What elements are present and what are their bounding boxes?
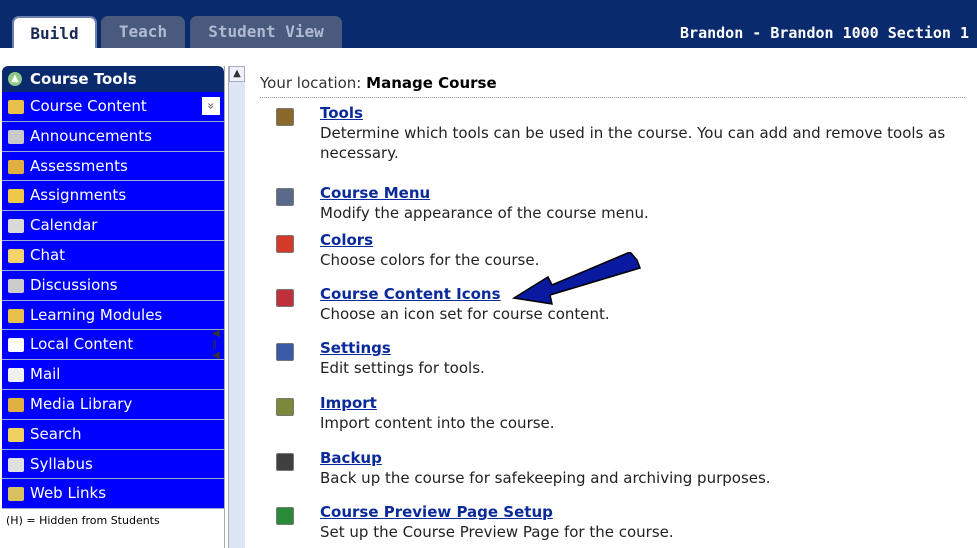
sidebar-item-calendar[interactable]: Calendar — [2, 211, 224, 241]
mail-icon — [8, 368, 24, 383]
tool-link[interactable]: Course Preview Page Setup — [320, 503, 553, 521]
sidebar-item-chat[interactable]: Chat — [2, 240, 224, 271]
tool-description: Determine which tools can be used in the… — [320, 124, 946, 162]
sidebar-item-label: Course Content — [30, 97, 147, 115]
globe-icon — [8, 487, 24, 502]
sidebar-item-web-links[interactable]: Web Links — [2, 479, 224, 510]
sidebar-header[interactable]: ▲ Course Tools — [2, 66, 224, 92]
breadcrumb-prefix: Your location: — [260, 74, 362, 92]
tools-icon — [276, 108, 294, 126]
house-icon — [8, 100, 24, 114]
tool-description: Set up the Course Preview Page for the c… — [320, 523, 674, 541]
sidebar-item-label: Media Library — [30, 394, 133, 413]
sidebar-item-local-content[interactable]: Local Content — [2, 330, 224, 361]
sidebar-item-assessments[interactable]: Assessments — [2, 151, 224, 182]
import-icon — [276, 398, 294, 416]
syllabus-icon — [8, 457, 24, 472]
colors-icon — [276, 235, 294, 253]
course-tools-sidebar: ▲ Course Tools Course Content » Announceme… — [2, 66, 225, 548]
scroll-up-icon[interactable]: ▲ — [229, 66, 245, 82]
tool-description: Modify the appearance of the course menu… — [320, 204, 649, 222]
sidebar-scrollbar[interactable]: ▲ — [228, 66, 245, 548]
sidebar-item-label: Search — [30, 424, 82, 443]
calendar-icon — [8, 219, 24, 234]
sidebar-item-label: Announcements — [30, 126, 152, 145]
sidebar-item-label: Learning Modules — [30, 305, 163, 324]
backup-icon — [276, 453, 294, 471]
assignment-icon — [8, 189, 24, 204]
tool-description: Edit settings for tools. — [320, 359, 485, 377]
sidebar-item-mail[interactable]: Mail — [2, 360, 224, 390]
settings-icon — [276, 343, 294, 361]
sidebar-list: Course Content » Announcements Assessments A… — [2, 92, 224, 510]
sidebar-item-learning-modules[interactable]: Learning Modules — [2, 300, 224, 331]
tab-build[interactable]: Build — [12, 16, 97, 48]
arrow-shape — [512, 252, 641, 305]
media-icon — [8, 397, 24, 412]
tab-teach[interactable]: Teach — [101, 16, 185, 48]
assessment-icon — [8, 159, 24, 174]
sidebar-item-announcements[interactable]: Announcements — [2, 121, 224, 152]
sidebar-item-label: Assessments — [30, 156, 128, 175]
tool-link[interactable]: Settings — [320, 339, 391, 357]
tool-link[interactable]: Import — [320, 394, 377, 412]
sidebar-item-label: Syllabus — [30, 454, 93, 473]
sidebar-item-label: Local Content — [30, 335, 134, 354]
tool-link[interactable]: Course Content Icons — [320, 285, 501, 303]
top-navigation-bar: Build Teach Student View Brandon - Brand… — [0, 0, 977, 48]
sidebar-item-label: Calendar — [30, 216, 98, 235]
sidebar-item-media-library[interactable]: Media Library — [2, 389, 224, 420]
tool-description: Import content into the course. — [320, 414, 555, 432]
divider — [260, 97, 965, 98]
sidebar-item-syllabus[interactable]: Syllabus — [2, 449, 224, 480]
breadcrumb: Your location: Manage Course — [260, 74, 497, 92]
breadcrumb-current: Manage Course — [366, 74, 497, 92]
tool-link[interactable]: Backup — [320, 449, 382, 467]
sidebar-item-label: Web Links — [30, 484, 107, 503]
sidebar-item-label: Assignments — [30, 186, 127, 205]
collapse-sidebar-icon[interactable]: ◀ ‖ ◀ — [212, 328, 222, 388]
chat-icon — [8, 248, 24, 263]
discussion-icon — [8, 278, 24, 293]
disc-icon — [8, 338, 24, 353]
module-icon — [8, 308, 24, 323]
tool-link[interactable]: Colors — [320, 231, 373, 249]
sidebar-title: Course Tools — [30, 70, 137, 88]
course-menu-icon — [276, 188, 294, 206]
sidebar-item-assignments[interactable]: Assignments — [2, 181, 224, 212]
tool-link[interactable]: Course Menu — [320, 184, 430, 202]
sidebar-item-label: Mail — [30, 365, 61, 384]
course-content-icons-icon — [276, 289, 294, 307]
expand-menu-icon[interactable]: » — [202, 97, 220, 115]
sidebar-item-label: Chat — [30, 245, 66, 264]
collapse-up-icon[interactable]: ▲ — [8, 72, 22, 86]
sidebar-item-discussions[interactable]: Discussions — [2, 270, 224, 301]
megaphone-icon — [8, 129, 24, 144]
tool-description: Back up the course for safekeeping and a… — [320, 469, 771, 487]
annotation-arrow — [512, 252, 641, 305]
hidden-legend: (H) = Hidden from Students — [6, 514, 160, 527]
course-title: Brandon - Brandon 1000 Section 1 — [680, 24, 969, 42]
search-icon — [8, 427, 24, 442]
tab-student-view[interactable]: Student View — [190, 16, 342, 48]
tool-link[interactable]: Tools — [320, 104, 363, 122]
sidebar-item-course-content[interactable]: Course Content » — [2, 92, 224, 122]
header-spacer — [0, 48, 977, 66]
sidebar-item-label: Discussions — [30, 275, 118, 294]
sidebar-item-search[interactable]: Search — [2, 419, 224, 450]
course-preview-page-setup-icon — [276, 507, 294, 525]
